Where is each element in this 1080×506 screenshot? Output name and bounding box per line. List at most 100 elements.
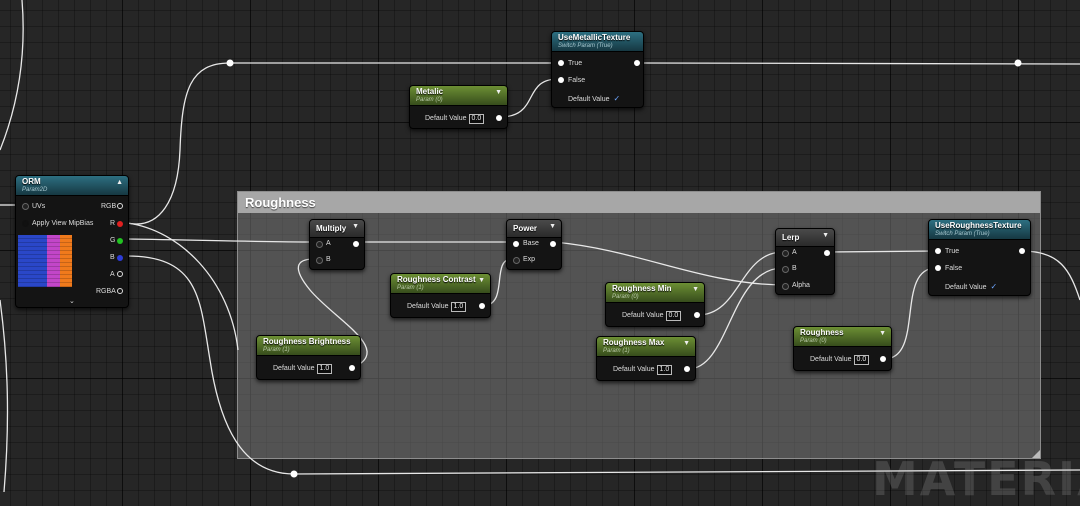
checkbox-checked-icon[interactable]: ✓	[614, 94, 621, 103]
default-value-field[interactable]: 1.0	[450, 302, 467, 312]
reroute-node	[226, 59, 234, 67]
output-pin[interactable]	[694, 312, 700, 318]
output-pin-b[interactable]	[117, 255, 123, 261]
pin-label-uvs: UVs	[32, 203, 46, 210]
node-header[interactable]: UseMetallicTexture Switch Param (True)	[552, 32, 643, 52]
reroute-node	[1014, 59, 1022, 67]
pin-label-r: R	[110, 220, 116, 227]
input-pin-b[interactable]	[316, 257, 323, 264]
default-value-field[interactable]: 1.0	[656, 365, 673, 375]
node-header[interactable]: ORM Param2D ▲	[16, 176, 128, 196]
default-value-row: Default Value 0.0	[622, 311, 682, 321]
input-pin-b[interactable]	[782, 266, 789, 273]
metalic-param-node[interactable]: Metalic Param (0) ▼ Default Value 0.0	[409, 85, 508, 129]
input-pin-true[interactable]	[558, 60, 564, 66]
node-subtitle: Param (0)	[416, 97, 443, 103]
output-pin[interactable]	[353, 241, 359, 247]
default-value-label: Default Value	[945, 284, 987, 291]
wire	[553, 241, 784, 286]
node-header[interactable]: Power ▼	[507, 220, 561, 238]
output-pin-rgba[interactable]	[117, 288, 123, 294]
default-value-row: Default Value 1.0	[613, 365, 673, 375]
checkbox-checked-icon[interactable]: ✓	[991, 282, 998, 291]
multiply-node[interactable]: Multiply ▼ A B	[309, 219, 365, 270]
node-header[interactable]: UseRoughnessTexture Switch Param (True)	[929, 220, 1030, 240]
pin-label-true: True	[568, 60, 583, 67]
chevron-down-icon[interactable]: ▼	[822, 232, 829, 239]
power-node[interactable]: Power ▼ Base Exp	[506, 219, 562, 270]
use-metallic-texture-node[interactable]: UseMetallicTexture Switch Param (True) T…	[551, 31, 644, 108]
node-header[interactable]: Roughness Contrast Param (1) ▼	[391, 274, 490, 294]
output-pin[interactable]	[1019, 248, 1025, 254]
output-pin[interactable]	[496, 115, 502, 121]
roughness-contrast-node[interactable]: Roughness Contrast Param (1) ▼ Default V…	[390, 273, 491, 318]
lerp-node[interactable]: Lerp ▼ A B Alpha	[775, 228, 835, 295]
input-pin-false[interactable]	[935, 265, 941, 271]
default-value-field[interactable]: 0.0	[853, 355, 870, 365]
output-pin[interactable]	[684, 366, 690, 372]
node-header[interactable]: Roughness Param (0) ▼	[794, 327, 891, 347]
chevron-down-icon[interactable]: ▼	[495, 89, 502, 96]
pin-label-b: B	[110, 254, 115, 261]
node-title: Roughness Min	[612, 284, 672, 293]
pin-label-alpha: Alpha	[792, 282, 810, 289]
output-pin-g[interactable]	[117, 238, 123, 244]
input-pin-true[interactable]	[935, 248, 941, 254]
input-pin-mipbias[interactable]	[22, 220, 29, 227]
roughness-max-node[interactable]: Roughness Max Param (1) ▼ Default Value 1…	[596, 336, 696, 381]
chevron-down-icon[interactable]: ▼	[549, 223, 556, 230]
output-pin-rgb[interactable]	[117, 203, 123, 209]
input-pin-base[interactable]	[513, 241, 519, 247]
default-value-field[interactable]: 0.0	[468, 114, 485, 124]
input-pin-a[interactable]	[316, 241, 323, 248]
node-header[interactable]: Multiply ▼	[310, 220, 364, 238]
default-value-label: Default Value	[273, 365, 315, 372]
input-pin-exp[interactable]	[513, 257, 520, 264]
pin-label-g: G	[110, 237, 116, 244]
roughness-min-node[interactable]: Roughness Min Param (0) ▼ Default Value 0…	[605, 282, 705, 327]
default-value-field[interactable]: 1.0	[316, 364, 333, 374]
default-value-row: Default Value 0.0	[810, 355, 870, 365]
default-value-label: Default Value	[407, 303, 449, 310]
node-header[interactable]: Roughness Min Param (0) ▼	[606, 283, 704, 303]
pin-label-exp: Exp	[523, 256, 536, 263]
output-pin[interactable]	[479, 303, 485, 309]
pin-label-a: A	[326, 240, 331, 247]
output-pin-a[interactable]	[117, 271, 123, 277]
node-title: Metalic	[416, 87, 444, 96]
output-pin[interactable]	[824, 250, 830, 256]
output-pin[interactable]	[550, 241, 556, 247]
input-pin-uvs[interactable]	[22, 203, 29, 210]
input-pin-a[interactable]	[782, 250, 789, 257]
output-pin[interactable]	[880, 356, 886, 362]
pin-label-rgba: RGBA	[96, 288, 116, 295]
default-value-row: Default Value ✓	[568, 94, 620, 104]
output-pin-r[interactable]	[117, 221, 123, 227]
default-value-label: Default Value	[810, 356, 852, 363]
node-header[interactable]: Roughness Max Param (1) ▼	[597, 337, 695, 357]
node-subtitle: Param (0)	[612, 294, 639, 300]
node-subtitle: Param (1)	[397, 285, 424, 291]
pin-label-false: False	[568, 77, 586, 84]
chevron-down-icon[interactable]: ▼	[692, 286, 699, 293]
node-header[interactable]: Lerp ▼	[776, 229, 834, 247]
default-value-field[interactable]: 0.0	[665, 311, 682, 321]
chevron-down-icon[interactable]: ▼	[879, 330, 886, 337]
input-pin-alpha[interactable]	[782, 283, 789, 290]
chevron-up-icon[interactable]: ▲	[116, 179, 123, 186]
chevron-down-icon[interactable]: ▼	[352, 223, 359, 230]
chevron-down-icon[interactable]: ▼	[683, 340, 690, 347]
use-roughness-texture-node[interactable]: UseRoughnessTexture Switch Param (True) …	[928, 219, 1031, 296]
node-title: Roughness Brightness	[263, 337, 351, 346]
pin-label-base: Base	[523, 240, 539, 247]
output-pin[interactable]	[349, 365, 355, 371]
chevron-down-icon[interactable]: ⌄	[69, 297, 75, 306]
roughness-param-node[interactable]: Roughness Param (0) ▼ Default Value 0.0	[793, 326, 892, 371]
reroute-node	[290, 470, 298, 478]
roughness-brightness-node[interactable]: Roughness Brightness Param (1) Default V…	[256, 335, 361, 380]
node-header[interactable]: Metalic Param (0) ▼	[410, 86, 507, 106]
output-pin[interactable]	[634, 60, 640, 66]
input-pin-false[interactable]	[558, 77, 564, 83]
node-header[interactable]: Roughness Brightness Param (1)	[257, 336, 360, 356]
chevron-down-icon[interactable]: ▼	[478, 277, 485, 284]
